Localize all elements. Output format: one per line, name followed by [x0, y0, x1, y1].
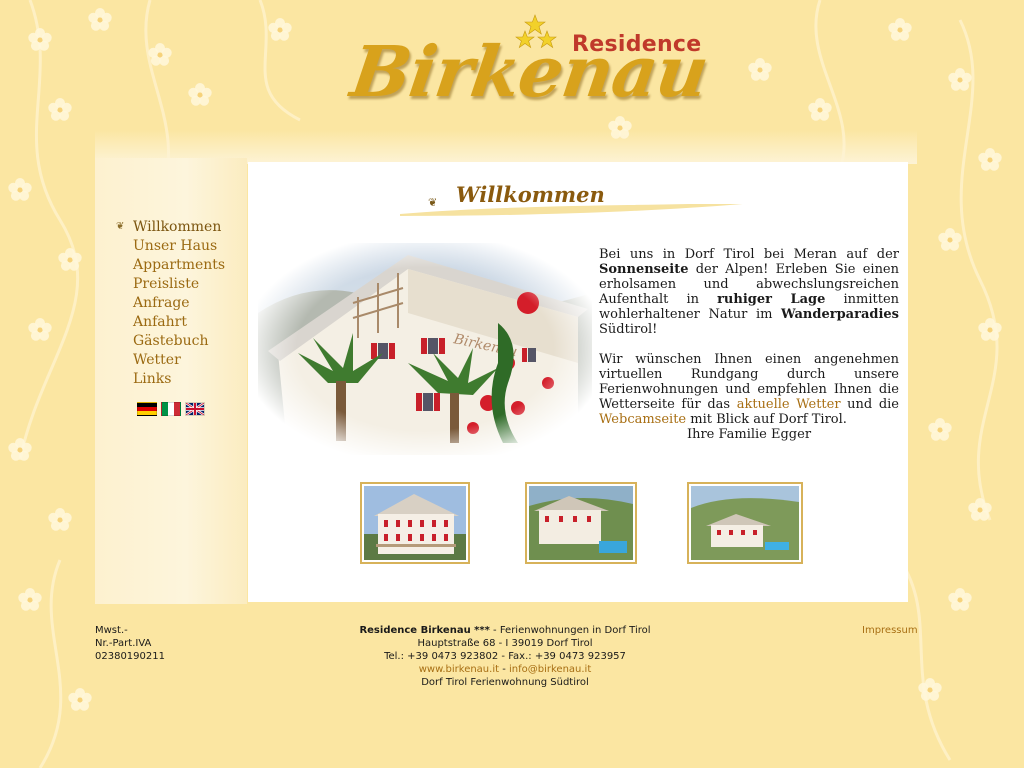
nav-item-label: Anfahrt: [133, 313, 187, 330]
site-logo[interactable]: Residence Birkenau: [346, 8, 713, 118]
intro-paragraph-2: Wir wünschen Ihnen einen angenehmen virt…: [599, 352, 899, 427]
intro-paragraph-1: Bei uns in Dorf Tirol bei Meran auf der …: [599, 247, 900, 337]
footer-vat: Mwst.- Nr.-Part.IVA 02380190211: [95, 625, 165, 662]
footer-phone: Tel.: +39 0473 923802 - Fax.: +39 0473 9…: [384, 651, 626, 662]
thumbnail-house-front[interactable]: [360, 482, 470, 564]
intro-text: Bei uns in Dorf Tirol bei Meran auf der …: [599, 247, 899, 442]
nav-item-links[interactable]: Links: [116, 369, 225, 388]
nav-item-appartments[interactable]: Appartments: [116, 255, 225, 274]
house-valley-thumbnail-image: [691, 486, 799, 560]
page-title: ❦ Willkommen: [400, 180, 770, 220]
nav-item-label: Gästebuch: [133, 332, 209, 349]
thumbnail-house-valley[interactable]: [687, 482, 803, 564]
nav-item-label: Preisliste: [133, 275, 200, 292]
nav-item-label: Anfrage: [133, 294, 190, 311]
house-thumbnail-image: [364, 486, 466, 560]
nav-item-label: Wetter: [133, 351, 181, 368]
footer-tagline: Dorf Tirol Ferienwohnung Südtirol: [421, 677, 589, 688]
thumbnail-house-pool[interactable]: [525, 482, 637, 564]
nav-item-label: Appartments: [133, 256, 226, 273]
footer-email-link[interactable]: info@birkenau.it: [509, 664, 591, 675]
nav-item-label: Links: [133, 370, 172, 387]
house-photo: Birkenau: [258, 243, 592, 455]
nav-item-anfahrt[interactable]: Anfahrt: [116, 312, 225, 331]
logo-birkenau-text: Birkenau: [346, 30, 713, 113]
flourish-icon: ❦: [116, 221, 125, 232]
weather-link[interactable]: aktuelle Wetter: [737, 397, 841, 412]
nav-item-preisliste[interactable]: Preisliste: [116, 274, 225, 293]
footer-contact: Residence Birkenau *** - Ferienwohnungen…: [330, 624, 680, 689]
nav-item-label: Unser Haus: [133, 237, 218, 254]
flourish-icon: ❦: [428, 196, 438, 209]
nav-item-willkommen[interactable]: ❦ Willkommen: [116, 217, 225, 236]
english-flag-icon[interactable]: [185, 402, 205, 416]
italian-flag-icon[interactable]: [161, 402, 181, 416]
footer-company: Residence Birkenau ***: [359, 625, 490, 636]
page-title-text: Willkommen: [456, 182, 605, 207]
german-flag-icon[interactable]: [137, 402, 157, 416]
impressum-link[interactable]: Impressum: [862, 625, 918, 636]
footer-web-link[interactable]: www.birkenau.it: [419, 664, 499, 675]
nav-item-gaestebuch[interactable]: Gästebuch: [116, 331, 225, 350]
signature: Ihre Familie Egger: [686, 427, 812, 442]
nav-item-label: Willkommen: [133, 218, 222, 235]
footer-address: Hauptstraße 68 - I 39019 Dorf Tirol: [417, 638, 593, 649]
main-navigation: ❦ Willkommen Unser Haus Appartments Prei…: [116, 217, 225, 388]
house-pool-thumbnail-image: [529, 486, 633, 560]
webcam-link[interactable]: Webcamseite: [599, 412, 686, 427]
nav-item-wetter[interactable]: Wetter: [116, 350, 225, 369]
nav-item-anfrage[interactable]: Anfrage: [116, 293, 225, 312]
nav-item-unser-haus[interactable]: Unser Haus: [116, 236, 225, 255]
language-switcher: [137, 402, 205, 416]
